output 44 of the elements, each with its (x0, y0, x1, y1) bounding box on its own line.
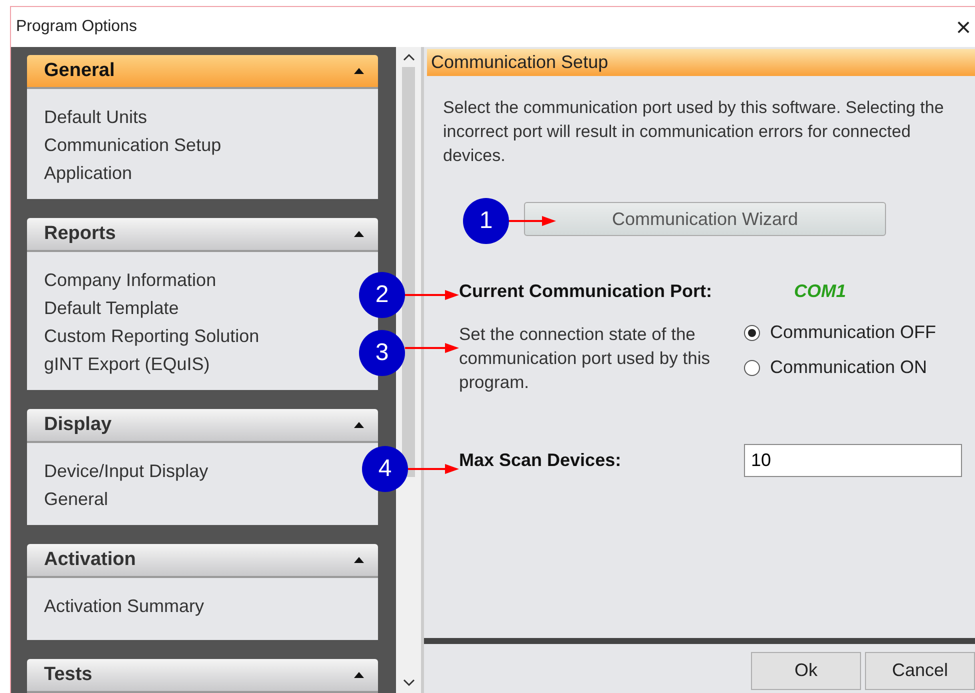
max-scan-field[interactable]: 10 (744, 444, 962, 477)
sidebar-item[interactable]: General (44, 485, 361, 513)
section-header[interactable]: Reports (27, 218, 378, 252)
collapse-icon (354, 422, 364, 428)
state-description: Set the connection state of the communication port used by this program. (459, 323, 711, 394)
collapse-icon (354, 231, 364, 237)
scroll-up-icon[interactable] (402, 53, 414, 61)
callout-arrow (405, 289, 459, 301)
dialog-button[interactable]: Ok (751, 652, 861, 690)
radio-icon[interactable] (744, 324, 760, 340)
section-header[interactable]: Tests (27, 659, 378, 693)
sidebar-item[interactable]: Custom Reporting Solution (44, 322, 361, 350)
sidebar-item[interactable]: Device/Input Display (44, 457, 361, 485)
port-value: COM1 (794, 281, 846, 302)
section-header[interactable]: Display (27, 409, 378, 443)
scrollbar[interactable] (396, 47, 421, 693)
section-header[interactable]: Activation (27, 544, 378, 578)
sidebar-item[interactable]: Application (44, 159, 361, 187)
radio-icon[interactable] (744, 360, 760, 376)
sidebar-item[interactable]: gINT Export (EQuIS) (44, 350, 361, 378)
callout-arrow (405, 342, 459, 354)
collapse-icon (354, 672, 364, 678)
max-scan-label: Max Scan Devices: (459, 450, 622, 471)
description-text: Select the communication port used by this software. Selecting the incorrect port will result in communication errors for connected devices. (443, 97, 945, 167)
sidebar-item[interactable]: Default Units (44, 103, 361, 131)
scroll-down-icon[interactable] (402, 679, 414, 687)
collapse-icon (354, 557, 364, 563)
radio-option[interactable]: Communication OFF (744, 322, 936, 343)
wizard-button[interactable]: Communication Wizard (524, 202, 886, 236)
close-button[interactable]: × (952, 12, 975, 42)
callout-arrow (509, 215, 556, 227)
callout-arrow (408, 463, 459, 475)
sidebar-item[interactable]: Company Information (44, 266, 361, 294)
sidebar-item[interactable]: Default Template (44, 294, 361, 322)
scroll-thumb[interactable] (402, 67, 415, 477)
window-title: Program Options (16, 18, 137, 36)
port-label: Current Communication Port: (459, 281, 714, 302)
collapse-icon (354, 68, 364, 74)
sidebar-item[interactable]: Communication Setup (44, 131, 361, 159)
panel-header: Communication Setup (427, 49, 975, 76)
section-header[interactable]: General (27, 55, 378, 89)
radio-option[interactable]: Communication ON (744, 357, 936, 378)
dialog-button[interactable]: Cancel (865, 652, 975, 690)
sidebar-item[interactable]: Activation Summary (44, 592, 361, 620)
